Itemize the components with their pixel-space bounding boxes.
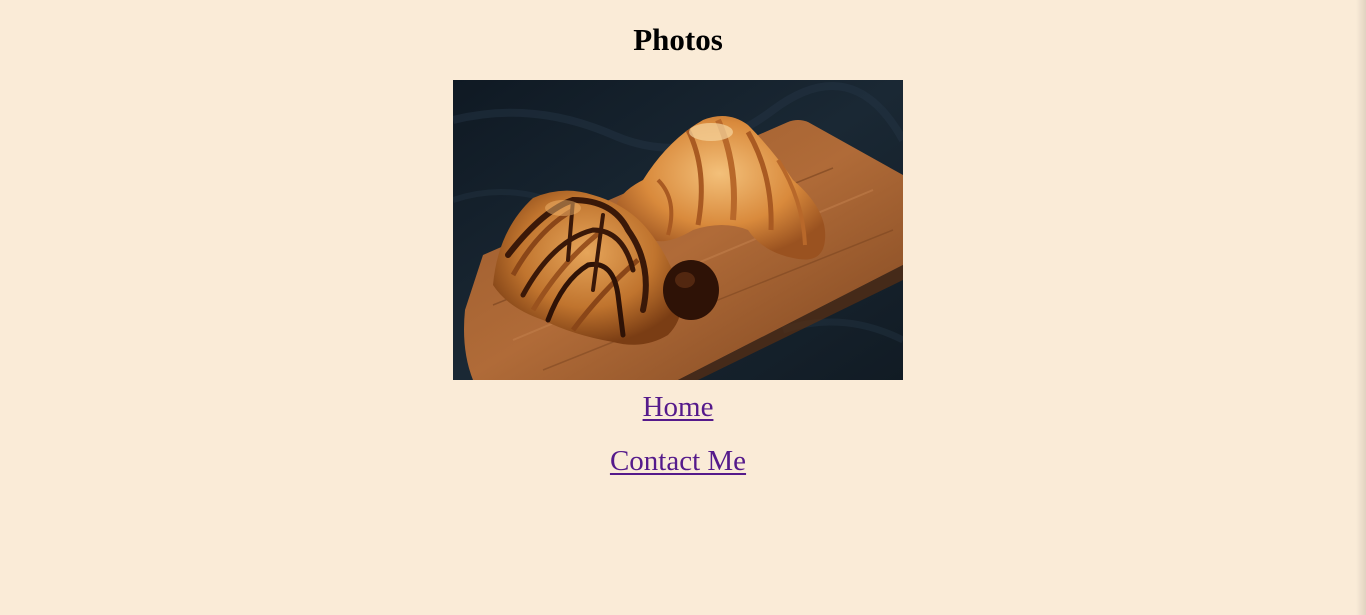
home-link[interactable]: Home xyxy=(643,388,714,426)
nav-links: Home Contact Me xyxy=(0,388,1356,480)
window-edge-shadow xyxy=(1356,0,1366,615)
photo-image xyxy=(453,80,903,380)
contact-me-link[interactable]: Contact Me xyxy=(610,442,746,480)
page: Photos Home Contact Me xyxy=(0,0,1366,615)
page-title: Photos xyxy=(633,22,723,57)
page-content: Photos Home Contact Me xyxy=(0,0,1356,480)
croissant-photo xyxy=(453,80,903,380)
